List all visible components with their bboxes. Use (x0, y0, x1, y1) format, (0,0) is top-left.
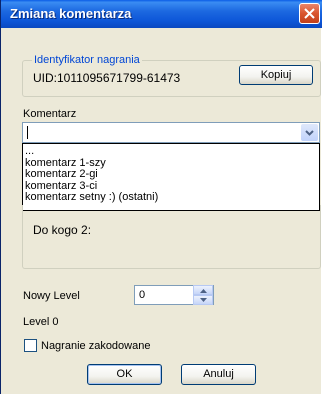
dropdown-item[interactable]: ... (23, 145, 319, 158)
close-icon (304, 8, 315, 19)
spin-down-icon (200, 298, 207, 302)
new-level-label: Nowy Level (23, 290, 80, 302)
copy-button[interactable]: Kopiuj (239, 65, 313, 85)
chevron-down-icon (305, 130, 314, 136)
uid-text: UID:1011095671799-61473 (33, 71, 181, 85)
comment-combobox[interactable] (22, 122, 320, 143)
new-level-value: 0 (139, 289, 146, 301)
spin-up-icon (200, 289, 207, 293)
close-button[interactable] (299, 3, 320, 24)
encoded-checkbox[interactable] (24, 339, 37, 352)
new-level-spinner[interactable] (193, 285, 213, 305)
comment-label: Komentarz (23, 108, 77, 120)
dialog-window: Zmiana komentarza Identyfikator nagrania… (0, 0, 322, 394)
encoded-label[interactable]: Nagranie zakodowane (41, 340, 150, 352)
text-caret (27, 126, 28, 139)
spin-up-button[interactable] (193, 285, 213, 295)
dropdown-item[interactable]: komentarz setny :) (ostatni) (23, 192, 319, 204)
comment-dropdown-list: ... komentarz 1-szy komentarz 2-gi komen… (22, 143, 320, 211)
spin-down-button[interactable] (193, 295, 213, 305)
recipient-group (22, 205, 321, 269)
comment-dropdown-button[interactable] (301, 124, 318, 141)
recipient-label: Do kogo 2: (33, 223, 92, 237)
current-level-text: Level 0 (23, 316, 59, 328)
title-bar[interactable]: Zmiana komentarza (1, 0, 322, 28)
cancel-button[interactable]: Anuluj (181, 364, 256, 385)
window-title: Zmiana komentarza (10, 6, 132, 21)
ok-button[interactable]: OK (87, 364, 162, 385)
identifier-group-label: Identyfikator nagrania (32, 54, 142, 66)
